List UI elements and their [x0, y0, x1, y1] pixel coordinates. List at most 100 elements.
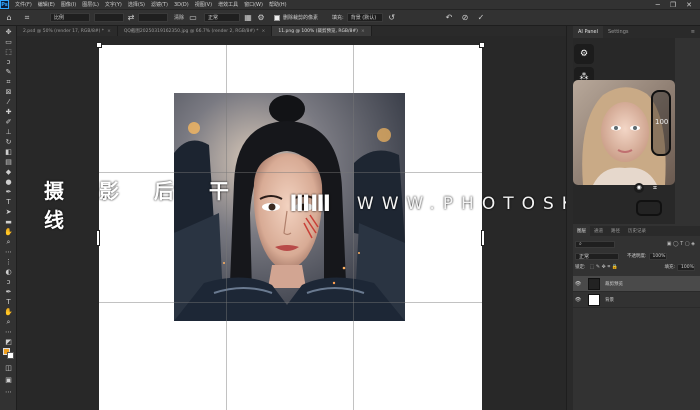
crop-handle-top-right[interactable]	[479, 42, 485, 48]
tab-settings[interactable]: Settings	[603, 26, 634, 38]
blend-mode-select[interactable]: 正常	[575, 252, 619, 260]
opacity-input[interactable]: 100%	[648, 252, 667, 260]
settings-gear-icon[interactable]: ⚙	[256, 13, 266, 23]
quick-mask-icon[interactable]: ◫	[4, 364, 13, 372]
menu-3d[interactable]: 3D(D)	[174, 2, 189, 8]
frame-tool-icon[interactable]: ⊠	[4, 88, 13, 96]
menu-image[interactable]: 图像(I)	[61, 1, 76, 8]
stamp-tool-icon[interactable]: ⊥	[4, 128, 13, 136]
history-brush-icon[interactable]: ↻	[4, 138, 13, 146]
pen-alt-icon[interactable]: ✒	[4, 288, 13, 296]
crop-handle-top-left[interactable]	[96, 42, 102, 48]
layer-row-crop-preview[interactable]: 👁 裁剪预览	[573, 276, 700, 292]
type-tool-icon[interactable]: T	[4, 198, 13, 206]
menu-file[interactable]: 文件(F)	[15, 1, 32, 8]
tab-paths[interactable]: 路径	[607, 226, 624, 236]
lasso-alt-icon[interactable]: ↄ	[4, 278, 13, 286]
mode-select[interactable]: 正常	[204, 13, 241, 22]
eyedropper-icon[interactable]: ⁄	[4, 98, 13, 106]
grid-overlay-icon[interactable]: ▦	[243, 13, 253, 23]
shape-tool-icon[interactable]: ▬	[4, 218, 13, 226]
commit-icon[interactable]: ✓	[476, 13, 486, 23]
menu-view[interactable]: 视图(V)	[195, 1, 212, 8]
eye-icon[interactable]: 👁	[573, 281, 583, 287]
ai-refresh-icon[interactable]: ◉	[634, 183, 644, 193]
healing-brush-icon[interactable]: ✚	[4, 108, 13, 116]
filter-icons[interactable]: ▣ ◯ T ▢ ◈	[667, 241, 695, 247]
tab-2-psd[interactable]: 2.psd @ 50% (render 17, RGB/8#) * ×	[17, 26, 118, 36]
edit-toolbar-icon[interactable]: ⋮	[4, 258, 13, 266]
layer-row-background[interactable]: 👁 背景	[573, 292, 700, 308]
dodge-tool-icon[interactable]: ●	[4, 178, 13, 186]
ellipsis-icon[interactable]: ⋯	[4, 328, 13, 336]
menu-help[interactable]: 帮助(H)	[269, 1, 287, 8]
quick-select-icon[interactable]: ✎	[4, 68, 13, 76]
background-color-swatch[interactable]	[7, 352, 14, 359]
tab-close-icon[interactable]: ×	[107, 29, 111, 34]
more-tools-icon[interactable]: ⋯	[4, 248, 13, 256]
home-icon[interactable]: ⌂	[4, 13, 14, 23]
swap-icon[interactable]: ⇄	[126, 13, 136, 23]
width-input[interactable]	[94, 13, 124, 22]
cancel-icon[interactable]: ⊘	[460, 13, 470, 23]
tab-close-icon[interactable]: ×	[361, 29, 365, 34]
ai-settings-gear-icon[interactable]: ⚙	[574, 44, 594, 64]
tab-layers[interactable]: 图层	[573, 226, 590, 236]
maximize-icon[interactable]: ❐	[670, 1, 676, 9]
ratio-select[interactable]: 比例	[50, 13, 90, 22]
color-picker-icon[interactable]: ◐	[4, 268, 13, 276]
marquee-tool-icon[interactable]: ⬚	[4, 48, 13, 56]
zoom-tool-icon[interactable]: ⌕	[4, 238, 13, 246]
menu-window[interactable]: 窗口(W)	[244, 1, 263, 8]
menu-filter[interactable]: 滤镜(T)	[151, 1, 168, 8]
lock-icons[interactable]: ⬚ ✎ ✥ ⌗ 🔒	[590, 264, 619, 270]
tab-qq-jpg[interactable]: QQ截图20250319162350.jpg @ 66.7% (render 2…	[117, 26, 273, 36]
lasso-tool-icon[interactable]: ↄ	[4, 58, 13, 66]
screen-mode-icon[interactable]: ▣	[4, 376, 13, 384]
tab-history[interactable]: 历史记录	[624, 226, 650, 236]
eye-icon[interactable]: 👁	[573, 297, 583, 303]
layer-name: 裁剪预览	[605, 281, 623, 287]
layer-filter-select[interactable]: ⌕	[575, 240, 615, 248]
extras-icon[interactable]: ⋯	[4, 388, 13, 396]
tab-11-png[interactable]: 11.png @ 100% (裁剪预览, RGB/8#) ×	[272, 26, 372, 36]
hand-tool-icon[interactable]: ✋	[4, 228, 13, 236]
height-input[interactable]	[138, 13, 168, 22]
menu-layer[interactable]: 图层(L)	[82, 1, 99, 8]
minimize-icon[interactable]: ─	[656, 1, 660, 9]
crop-icon[interactable]: ⌗	[4, 78, 13, 86]
path-select-icon[interactable]: ➤	[4, 208, 13, 216]
reset-icon[interactable]: ↺	[387, 13, 397, 23]
artboard-tool-icon[interactable]: ▭	[4, 38, 13, 46]
close-icon[interactable]: ✕	[686, 1, 692, 9]
undo-icon[interactable]: ↶	[444, 13, 454, 23]
brush-tool-icon[interactable]: ✐	[4, 118, 13, 126]
crop-tool-icon[interactable]: ⌗	[22, 13, 32, 23]
panel-menu-icon[interactable]: ≡	[686, 26, 700, 38]
delete-cropped-checkbox[interactable]	[274, 14, 281, 21]
type-alt-icon[interactable]: T	[4, 298, 13, 306]
menu-type[interactable]: 文字(Y)	[105, 1, 122, 8]
eraser-tool-icon[interactable]: ◧	[4, 148, 13, 156]
fill-input[interactable]: 100%	[677, 263, 695, 271]
menu-edit[interactable]: 编辑(E)	[38, 1, 55, 8]
pen-tool-icon[interactable]: ✒	[4, 188, 13, 196]
ai-crop-icon[interactable]: ⌗	[650, 183, 660, 193]
layer-thumbnail	[588, 293, 600, 306]
ai-action-button[interactable]	[636, 200, 662, 216]
reset-colors-icon[interactable]: ◩	[4, 338, 13, 346]
move-tool-icon[interactable]: ✥	[4, 28, 13, 36]
tab-channels[interactable]: 通道	[590, 226, 607, 236]
blur-tool-icon[interactable]: ◆	[4, 168, 13, 176]
gradient-tool-icon[interactable]: ▤	[4, 158, 13, 166]
clear-button[interactable]: 清除	[174, 14, 184, 21]
crop-handle-right[interactable]	[481, 230, 485, 246]
menu-select[interactable]: 选择(S)	[128, 1, 145, 8]
tab-ai-panel[interactable]: AI Panel	[573, 26, 603, 38]
fill-select[interactable]: 背景 (默认)	[346, 13, 383, 22]
menu-plugins[interactable]: 增效工具	[218, 1, 238, 8]
tab-close-icon[interactable]: ×	[262, 29, 266, 34]
zoom-alt-icon[interactable]: ⌕	[4, 318, 13, 326]
hand-alt-icon[interactable]: ✋	[4, 308, 13, 316]
straighten-icon[interactable]: ▭	[188, 13, 198, 23]
